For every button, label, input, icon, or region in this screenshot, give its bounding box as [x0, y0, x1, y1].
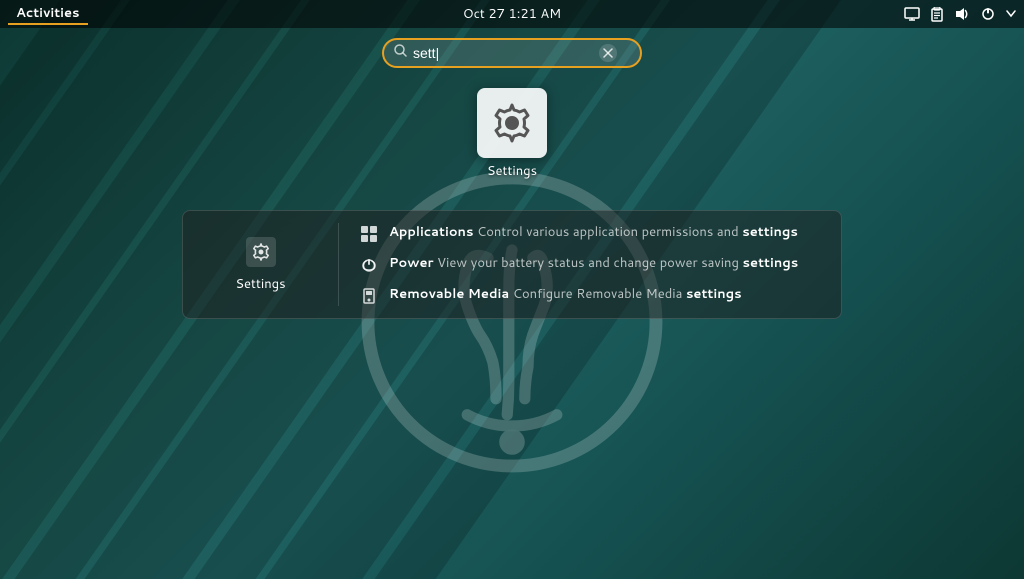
removable-media-icon [359, 286, 379, 306]
volume-icon[interactable] [954, 7, 970, 21]
search-clear-button[interactable] [599, 44, 617, 62]
topbar-left: Activities [8, 4, 88, 25]
activities-button[interactable]: Activities [8, 4, 88, 25]
topbar: Activities Oct 27 1:21 AM [0, 0, 1024, 28]
result-item-applications[interactable]: Applications Control various application… [359, 223, 825, 244]
result-item-power[interactable]: Power View your battery status and chang… [359, 254, 825, 275]
power-menu-icon[interactable] [980, 7, 996, 21]
applications-icon [359, 224, 379, 244]
settings-app-icon[interactable] [477, 88, 547, 158]
app-icon-result: Settings [477, 88, 547, 180]
search-icon [394, 44, 407, 62]
result-text-applications: Applications Control various application… [389, 223, 798, 241]
search-container [382, 38, 642, 68]
topbar-clock: Oct 27 1:21 AM [463, 5, 561, 23]
power-icon [359, 255, 379, 275]
topbar-right [904, 7, 1016, 22]
app-icon-label: Settings [487, 162, 537, 180]
results-settings-icon [246, 237, 276, 267]
result-text-removable-media: Removable Media Configure Removable Medi… [389, 285, 742, 303]
clipboard-icon[interactable] [930, 7, 944, 22]
chevron-down-icon[interactable] [1006, 10, 1016, 18]
results-panel: Settings Applications Control various ap… [182, 210, 842, 319]
screen-icon[interactable] [904, 7, 920, 21]
search-box [382, 38, 642, 68]
result-item-removable-media[interactable]: Removable Media Configure Removable Medi… [359, 285, 825, 306]
results-left-section[interactable]: Settings [199, 223, 339, 306]
results-left-label: Settings [235, 275, 285, 293]
search-input[interactable] [413, 45, 593, 61]
results-right-section: Applications Control various application… [339, 223, 825, 306]
datetime-display: Oct 27 1:21 AM [463, 5, 561, 23]
result-text-power: Power View your battery status and chang… [389, 254, 798, 272]
